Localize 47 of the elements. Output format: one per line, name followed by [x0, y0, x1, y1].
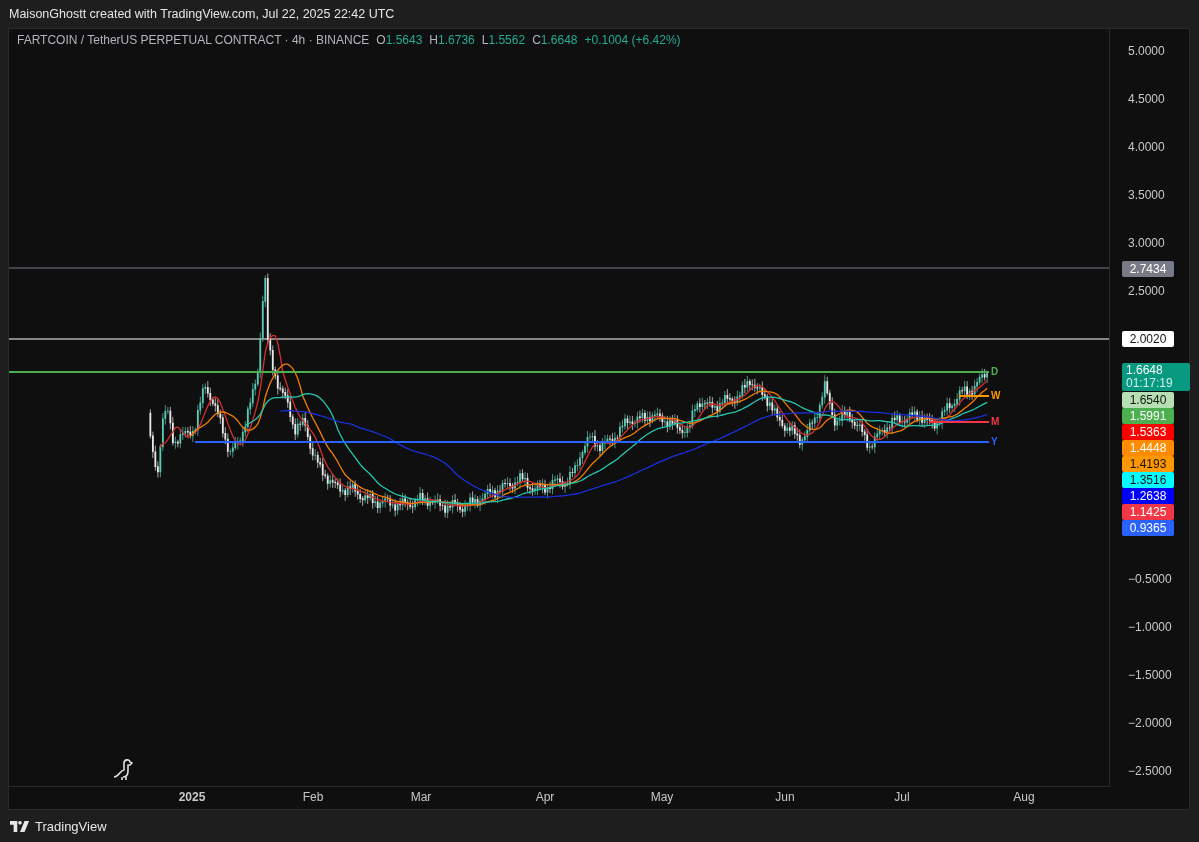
brand-logo-icon: [10, 820, 30, 832]
indicator-price-tag: 1.4193: [1122, 456, 1174, 472]
price-tick: 2.5000: [1128, 284, 1165, 298]
indicator-price-tag: 0.9365: [1122, 520, 1174, 536]
indicator-price-tag: 1.5991: [1122, 408, 1174, 424]
time-tick: Jul: [894, 790, 910, 804]
price-tick: −2.0000: [1128, 716, 1172, 730]
period-label: W: [991, 390, 1001, 402]
indicator-price-tag: 1.4448: [1122, 440, 1174, 456]
symbol-title: FARTCOIN / TetherUS PERPETUAL CONTRACT · 4h · BINANCE: [17, 33, 370, 47]
ohlc-value: C1.6648: [532, 33, 578, 47]
indicator-price-tag: 1.1425: [1122, 504, 1174, 520]
time-tick: Mar: [410, 790, 432, 804]
time-tick: Feb: [302, 790, 324, 804]
period-label: M: [991, 416, 1000, 428]
time-tick: 2025: [178, 790, 206, 804]
price-change: +0.1004 (+6.42%): [584, 33, 681, 47]
period-level-line: [959, 395, 990, 397]
ohlc-value: H1.6736: [429, 33, 475, 47]
time-tick: Aug: [1013, 790, 1035, 804]
price-tick: −0.5000: [1128, 572, 1172, 586]
indicator-price-tag: 1.6540: [1122, 392, 1174, 408]
price-tick: 3.0000: [1128, 236, 1165, 250]
time-tick: Apr: [535, 790, 555, 804]
period-level-line: [929, 421, 990, 423]
price-tick: 3.5000: [1128, 188, 1165, 202]
chart-caption: MaisonGhostt created with TradingView.com, Jul 22, 2025 22:42 UTC: [9, 7, 395, 21]
time-tick: May: [650, 790, 674, 804]
price-tick: −1.0000: [1128, 620, 1172, 634]
price-tick: 4.5000: [1128, 92, 1165, 106]
ohlc-value: O1.5643: [376, 33, 423, 47]
price-tick: 5.0000: [1128, 44, 1165, 58]
price-level-tag: 2.7434: [1122, 261, 1174, 277]
period-label: Y: [991, 436, 998, 448]
brand-name: TradingView: [35, 818, 107, 834]
indicator-price-tag: 1.3516: [1122, 472, 1174, 488]
bar-countdown: 01:17:19: [1126, 377, 1174, 390]
period-label: D: [991, 366, 999, 378]
ohlc-value: L1.5562: [481, 33, 526, 47]
price-level-tag: 2.0020: [1122, 331, 1174, 347]
price-tick: −1.5000: [1128, 668, 1172, 682]
price-tick: −2.5000: [1128, 764, 1172, 778]
indicator-price-tag: 1.5363: [1122, 424, 1174, 440]
indicator-price-tag: 1.2638: [1122, 488, 1174, 504]
price-tick: 4.0000: [1128, 140, 1165, 154]
time-tick: Jun: [775, 790, 795, 804]
last-price: 1.6648: [1126, 364, 1164, 377]
